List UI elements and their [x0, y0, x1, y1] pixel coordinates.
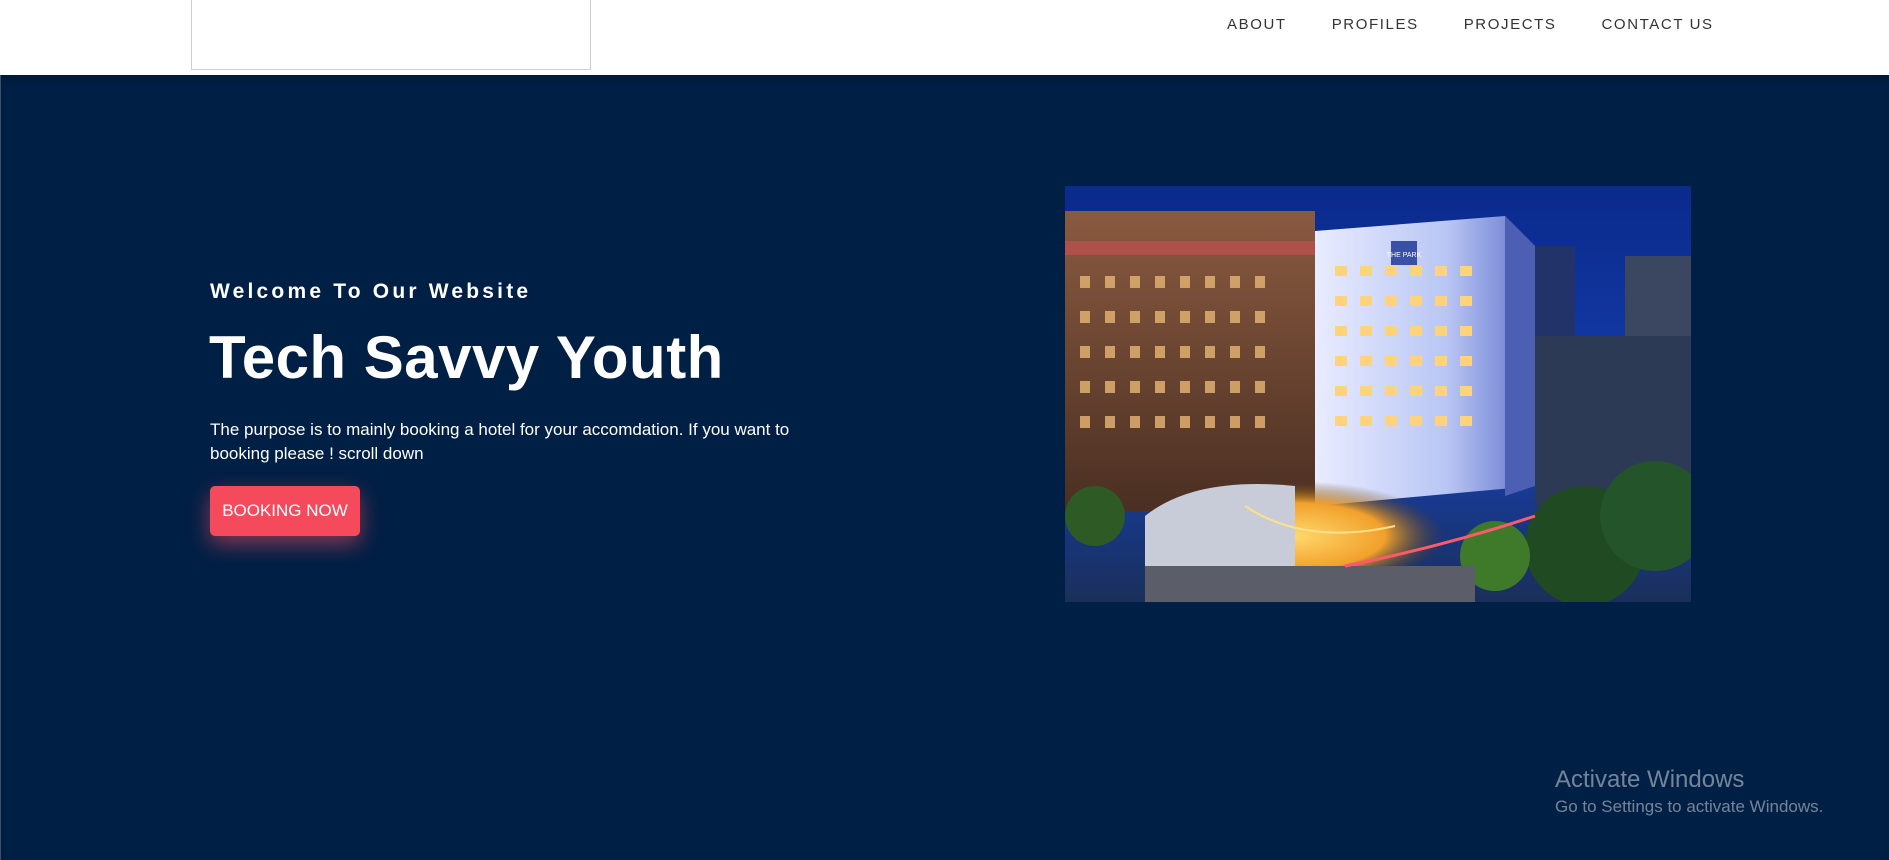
hero-section: Welcome To Our Website Tech Savvy Youth …	[0, 75, 1889, 860]
site-header: ABOUT PROFILES PROJECTS CONTACT US	[0, 0, 1889, 75]
hotel-photo: THE PARK	[1065, 186, 1691, 602]
main-nav: ABOUT PROFILES PROJECTS CONTACT US	[1227, 16, 1714, 34]
activate-windows-watermark: Activate Windows Go to Settings to activ…	[1555, 765, 1823, 819]
watermark-title: Activate Windows	[1555, 766, 1745, 793]
nav-contact-link[interactable]: CONTACT US	[1602, 16, 1714, 34]
nav-about-link[interactable]: ABOUT	[1227, 16, 1287, 34]
welcome-heading: Welcome To Our Website	[210, 280, 532, 303]
hotel-sign-text: THE PARK	[1387, 252, 1422, 259]
page-title: Tech Savvy Youth	[209, 324, 724, 391]
hero-description: The purpose is to mainly booking a hotel…	[210, 420, 790, 463]
logo-placeholder[interactable]	[191, 0, 591, 70]
nav-profiles-link[interactable]: PROFILES	[1332, 16, 1419, 34]
booking-now-button[interactable]: BOOKING NOW	[210, 486, 360, 536]
watermark-subtitle: Go to Settings to activate Windows.	[1555, 797, 1824, 816]
nav-projects-link[interactable]: PROJECTS	[1464, 16, 1557, 34]
